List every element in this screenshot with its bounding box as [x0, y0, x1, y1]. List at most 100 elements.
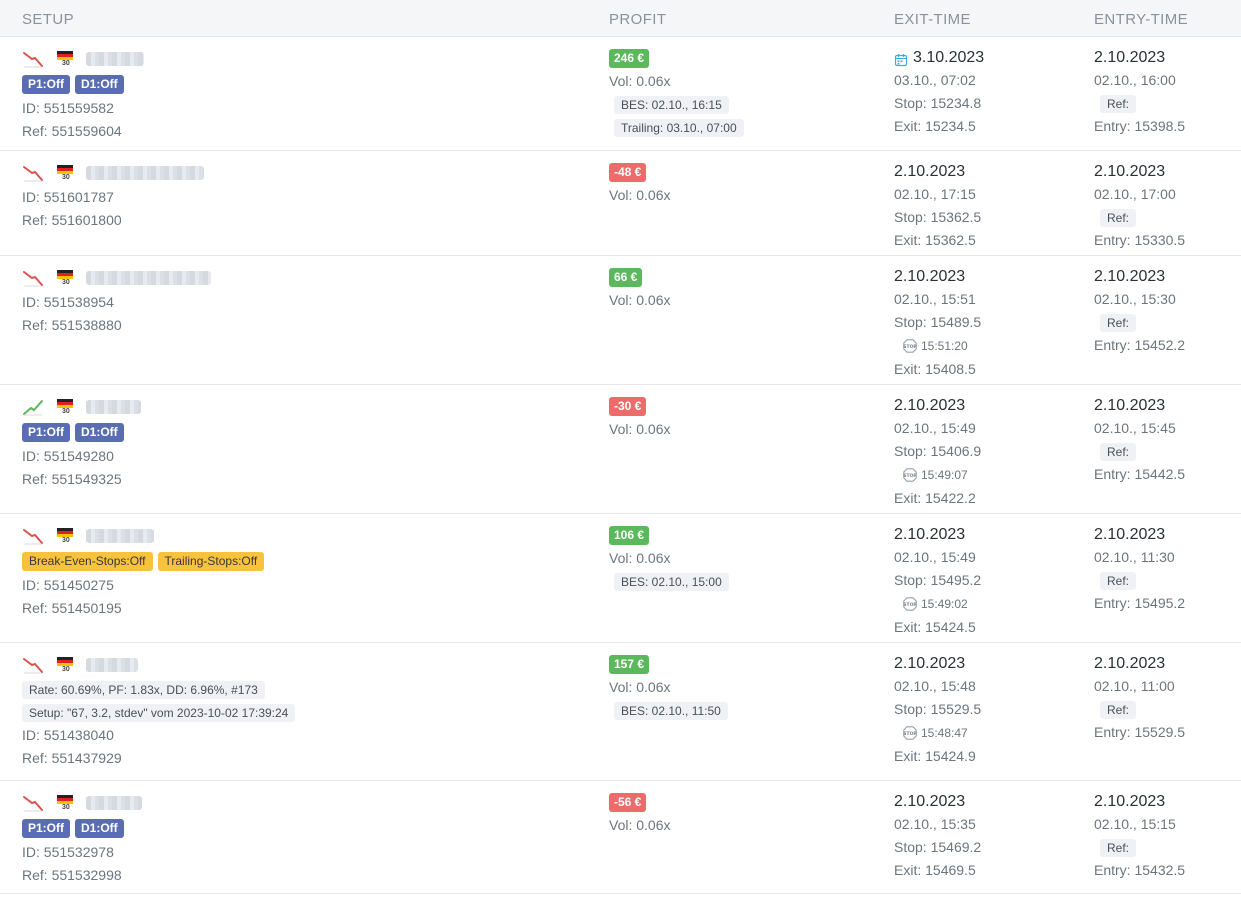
entry-time-cell: 2.10.2023 02.10., 11:00 Ref: Entry: 15529.5 — [1094, 652, 1239, 744]
stop-hit-line: STOP 15:49:02 — [894, 592, 1084, 616]
setup-title: 30 — [22, 790, 582, 816]
exit-value: Exit: 15234.5 — [894, 118, 976, 134]
exit-date: 2.10.2023 — [894, 652, 1084, 675]
volume: Vol: 0.06x — [609, 73, 671, 89]
trade-id: ID: 551559582 — [22, 100, 114, 116]
profit-badge: 157 € — [609, 654, 650, 674]
table-row[interactable]: 30 ID: 551538954 Ref: 551538880 66 € Vol: 0.… — [0, 256, 1241, 385]
profit-chip-line: Trailing: 03.10., 07:00 — [609, 116, 869, 139]
profit-badge: -30 € — [609, 396, 647, 416]
entry-value: Entry: 15529.5 — [1094, 724, 1186, 740]
table-row[interactable]: 30 P1:Off D1:Off ID: 551559582 Ref: 55155960… — [0, 37, 1241, 151]
entry-time: 02.10., 15:15 — [1094, 816, 1176, 832]
stop-value: Stop: 15529.5 — [894, 701, 982, 717]
exit-time: 02.10., 15:48 — [894, 678, 976, 694]
setup-title: 30 — [22, 394, 582, 420]
exit-date-text: 2.10.2023 — [894, 655, 966, 672]
stop-value: Stop: 15406.9 — [894, 443, 982, 459]
exit-time-cell: 2.10.2023 02.10., 15:51 Stop: 15489.5 STOP 1… — [894, 265, 1084, 381]
trend-down-icon — [22, 656, 44, 674]
entry-date: 2.10.2023 — [1094, 655, 1166, 672]
header-entry-time[interactable]: ENTRY-TIME — [1094, 11, 1188, 28]
trade-ref: Ref: 551559604 — [22, 123, 122, 139]
profit-line: -48 € — [609, 160, 869, 184]
entry-date: 2.10.2023 — [1094, 397, 1166, 414]
header-exit-time[interactable]: EXIT-TIME — [894, 11, 971, 28]
setting-badge: D1:Off — [75, 423, 124, 442]
stop-hit-line: STOP 15:51:20 — [894, 334, 1084, 358]
setup-cell: 30 P1:Off D1:Off ID: 551549280 Ref: 55154932… — [22, 394, 582, 491]
stop-sign-icon: STOP — [903, 339, 917, 353]
entry-time: 02.10., 15:30 — [1094, 291, 1176, 307]
svg-text:STOP: STOP — [903, 344, 917, 350]
trade-ref: Ref: 551532998 — [22, 867, 122, 883]
setting-badge: P1:Off — [22, 819, 70, 838]
profit-chip-line: BES: 02.10., 16:15 — [609, 93, 869, 116]
trade-id: ID: 551549280 — [22, 448, 114, 464]
profit-badge: 66 € — [609, 267, 643, 287]
profit-cell: 66 € Vol: 0.06x — [609, 265, 869, 312]
stop-hit-time: 15:49:02 — [921, 597, 968, 611]
exit-time: 02.10., 15:51 — [894, 291, 976, 307]
exit-time: 02.10., 15:49 — [894, 420, 976, 436]
germany-flag-icon: 30 — [56, 793, 74, 813]
table-row[interactable]: 30 Rate: 60.69%, PF: 1.83x, DD: 6.96%, #1… — [0, 643, 1241, 781]
exit-date: 2.10.2023 — [894, 160, 1084, 183]
entry-time-cell: 2.10.2023 02.10., 17:00 Ref: Entry: 15330.5 — [1094, 160, 1239, 252]
trade-id: ID: 551601787 — [22, 189, 114, 205]
redacted-setup-name — [86, 400, 141, 414]
exit-date: 2.10.2023 — [894, 394, 1084, 417]
setting-badge: D1:Off — [75, 75, 124, 94]
stop-sign-icon: STOP — [903, 726, 917, 740]
volume: Vol: 0.06x — [609, 817, 671, 833]
profit-cell: -30 € Vol: 0.06x — [609, 394, 869, 441]
entry-value: Entry: 15398.5 — [1094, 118, 1186, 134]
setup-cell: 30 P1:Off D1:Off ID: 551559582 Ref: 55155960… — [22, 46, 582, 143]
table-row[interactable]: 30 ID: 551601787 Ref: 551601800 -48 € Vol: 0… — [0, 151, 1241, 256]
profit-chip-line: BES: 02.10., 11:50 — [609, 699, 869, 722]
calendar-icon — [894, 51, 908, 66]
table-row[interactable]: 30 P1:Off D1:Off ID: 551549280 Ref: 55154932… — [0, 385, 1241, 514]
exit-time-cell: 2.10.2023 02.10., 15:49 Stop: 15495.2 STOP 1… — [894, 523, 1084, 639]
svg-text:STOP: STOP — [903, 731, 917, 737]
trade-ref: Ref: 551437929 — [22, 750, 122, 766]
trade-ref: Ref: 551538880 — [22, 317, 122, 333]
profit-cell: -56 € Vol: 0.06x — [609, 790, 869, 837]
table-row[interactable]: 30 P1:Off D1:Off ID: 551532978 Ref: 55153299… — [0, 781, 1241, 894]
ref-line: Ref: — [1094, 92, 1239, 115]
stop-value: Stop: 15495.2 — [894, 572, 982, 588]
setting-badge: Trailing-Stops:Off — [157, 552, 265, 571]
exit-date: 2.10.2023 — [894, 265, 1084, 288]
profit-line: 66 € — [609, 265, 869, 289]
entry-value: Entry: 15452.2 — [1094, 337, 1186, 353]
trade-id: ID: 551438040 — [22, 727, 114, 743]
setup-badges: P1:Off D1:Off — [22, 816, 582, 841]
setup-badges: P1:Off D1:Off — [22, 420, 582, 445]
exit-value: Exit: 15424.9 — [894, 748, 976, 764]
entry-time-cell: 2.10.2023 02.10., 15:15 Ref: Entry: 15432.5 — [1094, 790, 1239, 882]
exit-date: 2.10.2023 — [894, 523, 1084, 546]
stop-info-chip: BES: 02.10., 16:15 — [614, 95, 729, 114]
profit-cell: 246 € Vol: 0.06x BES: 02.10., 16:15 Trailin… — [609, 46, 869, 139]
table-row[interactable]: 30 Break-Even-Stops:Off Trailing-Stops:Off… — [0, 514, 1241, 643]
stop-hit-line: STOP 15:49:07 — [894, 463, 1084, 487]
exit-time-cell: 2.10.2023 02.10., 17:15 Stop: 15362.5 Exit:… — [894, 160, 1084, 252]
redacted-setup-name — [86, 166, 204, 180]
profit-badge: -56 € — [609, 792, 647, 812]
germany-flag-icon: 30 — [56, 268, 74, 288]
setup-title: 30 — [22, 46, 582, 72]
exit-time-cell: 3.10.2023 03.10., 07:02 Stop: 15234.8 Exit:… — [894, 46, 1084, 138]
setup-title: 30 — [22, 523, 582, 549]
ref-chip: Ref: — [1100, 94, 1137, 113]
setup-stats-line: Rate: 60.69%, PF: 1.83x, DD: 6.96%, #173 — [22, 678, 582, 701]
header-profit[interactable]: PROFIT — [609, 11, 666, 28]
header-setup[interactable]: SETUP — [22, 11, 74, 28]
entry-value: Entry: 15495.2 — [1094, 595, 1186, 611]
setup-stats-chip: Rate: 60.69%, PF: 1.83x, DD: 6.96%, #173 — [22, 680, 265, 699]
redacted-setup-name — [86, 52, 144, 66]
germany-flag-icon: 30 — [56, 49, 74, 69]
stop-hit-time: 15:48:47 — [921, 726, 968, 740]
volume: Vol: 0.06x — [609, 187, 671, 203]
entry-time-cell: 2.10.2023 02.10., 11:30 Ref: Entry: 15495.2 — [1094, 523, 1239, 615]
entry-time: 02.10., 11:30 — [1094, 549, 1175, 565]
